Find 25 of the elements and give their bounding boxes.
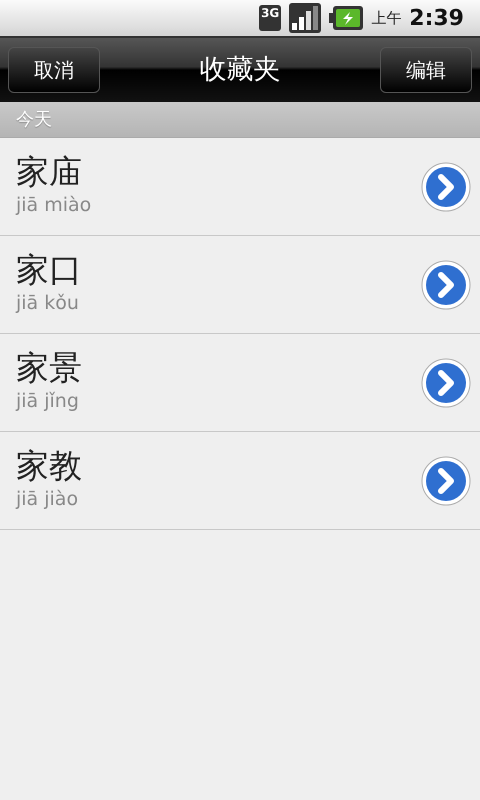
screen-title: 收藏夹 — [200, 52, 280, 87]
pinyin-text: jiā jiào — [16, 487, 80, 512]
word-text: 家景 — [16, 349, 82, 388]
section-header: 今天 — [16, 108, 52, 132]
list-item[interactable]: 家庙 jiā miào — [0, 138, 480, 236]
signal-icon — [289, 3, 322, 33]
chevron-icon[interactable] — [420, 160, 472, 212]
time-period: 上午 — [371, 8, 402, 29]
word-text: 家口 — [16, 251, 82, 290]
network-icon: 3G — [259, 5, 282, 31]
chevron-icon[interactable] — [420, 356, 472, 408]
word-text: 家庙 — [16, 153, 83, 192]
edit-button[interactable]: 编辑 — [380, 47, 472, 93]
pinyin-text: jiā miào — [16, 193, 92, 218]
list-item[interactable]: 家口 jiā kǒu — [0, 236, 480, 334]
list-item[interactable]: 家教 jiā jiào — [0, 432, 480, 530]
battery-charging-icon — [329, 5, 364, 31]
list-item[interactable]: 家景 jiā jǐng — [0, 334, 480, 432]
chevron-icon[interactable] — [420, 454, 472, 506]
pinyin-text: jiā kǒu — [16, 291, 80, 316]
chevron-icon[interactable] — [420, 258, 472, 310]
cancel-button[interactable]: 取消 — [8, 47, 100, 93]
clock-time: 2:39 — [409, 4, 464, 32]
pinyin-text: jiā jǐng — [16, 389, 80, 414]
word-text: 家教 — [16, 447, 82, 486]
